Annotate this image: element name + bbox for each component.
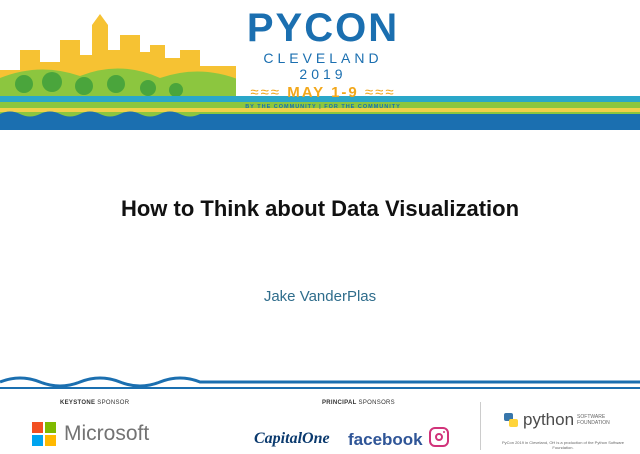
logo-title: PYCON — [246, 6, 400, 50]
microsoft-logo: Microsoft — [32, 422, 149, 446]
sponsor-divider — [480, 402, 481, 450]
principal-sponsors-label: PRINCIPAL SPONSORS — [322, 400, 395, 406]
microsoft-wordmark: Microsoft — [64, 422, 150, 445]
footer-wave — [0, 376, 640, 389]
facebook-logo: facebook — [348, 430, 423, 449]
logo-dates: ≈≈≈ MAY 1-9 ≈≈≈ — [250, 84, 396, 101]
psf-subtitle: SOFTWARE FOUNDATION — [577, 414, 610, 426]
capitalone-logo: CapitalOne — [254, 430, 330, 447]
instagram-icon — [429, 427, 449, 447]
microsoft-squares-icon — [32, 422, 56, 446]
slide-title: How to Think about Data Visualization — [120, 196, 520, 221]
pycon-logo: PYCON CLEVELAND 2019 ≈≈≈ MAY 1-9 ≈≈≈ BY … — [244, 8, 402, 110]
python-icon — [504, 413, 518, 427]
keystone-sponsor-label: KEYSTONE SPONSOR — [60, 400, 130, 406]
logo-tagline: BY THE COMMUNITY | FOR THE COMMUNITY — [245, 104, 401, 110]
psf-note: PyCon 2019 in Cleveland, OH is a product… — [501, 440, 625, 450]
psf-logo: python SOFTWARE FOUNDATION — [503, 410, 610, 430]
conference-banner: PYCON CLEVELAND 2019 ≈≈≈ MAY 1-9 ≈≈≈ BY … — [0, 0, 640, 130]
logo-city: CLEVELAND 2019 — [263, 50, 383, 82]
slide-author: Jake VanderPlas — [263, 288, 377, 305]
psf-wordmark: python — [523, 410, 575, 429]
